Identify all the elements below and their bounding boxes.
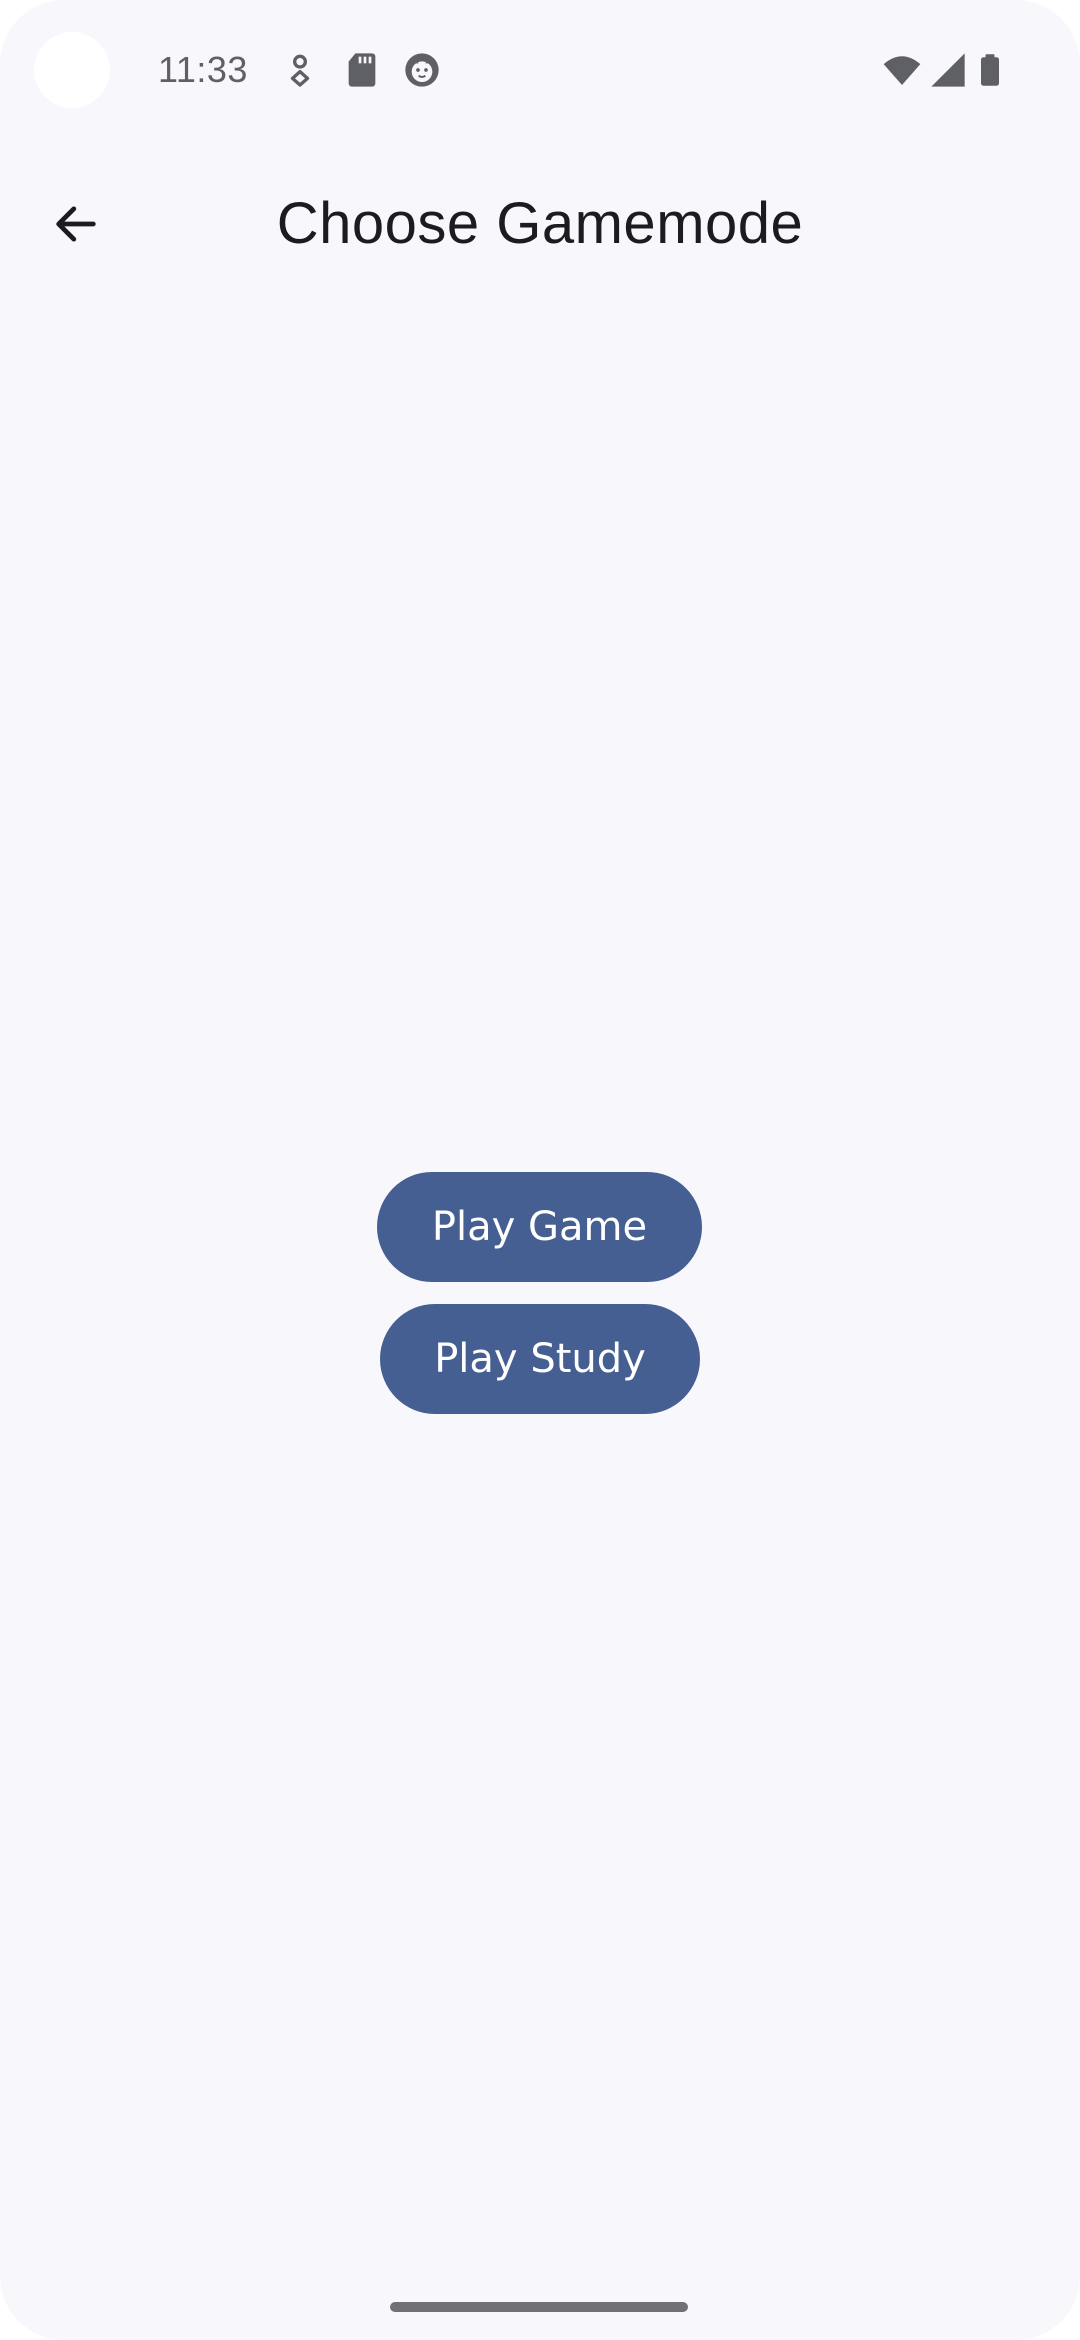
page-title: Choose Gamemode xyxy=(276,191,804,256)
camera-cutout xyxy=(34,32,110,108)
play-game-button[interactable]: Play Game xyxy=(377,1172,702,1282)
gesture-navigation-bar[interactable] xyxy=(390,2302,688,2312)
app-screen: 11:33 Choose Gamemode Play Game Play Stu… xyxy=(0,0,1080,2340)
status-bar: 11:33 xyxy=(0,0,1080,140)
battery-icon xyxy=(972,50,1008,90)
location-pin-icon xyxy=(280,50,320,90)
face-icon xyxy=(402,50,442,90)
sd-card-icon xyxy=(342,50,382,90)
status-time: 11:33 xyxy=(158,49,248,90)
cell-signal-icon xyxy=(928,50,968,90)
play-study-button[interactable]: Play Study xyxy=(380,1304,700,1414)
wifi-icon xyxy=(880,50,924,90)
top-app-bar: Choose Gamemode xyxy=(0,160,1080,288)
